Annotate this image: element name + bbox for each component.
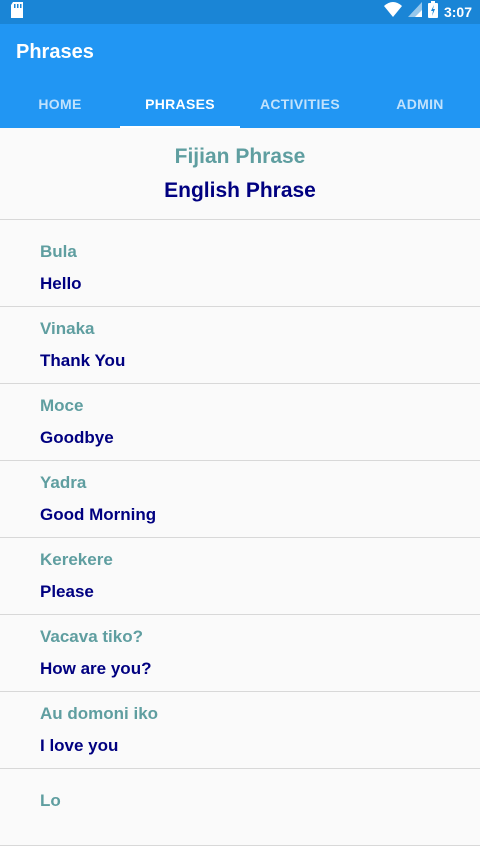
list-item[interactable]: Au domoni iko I love you [0,692,480,769]
header-english-label: English Phrase [164,178,316,202]
tab-activities[interactable]: ACTIVITIES [240,80,360,128]
battery-charging-icon [427,1,438,23]
fijian-phrase: Vinaka [40,319,95,338]
status-icons: 3:07 [383,1,472,23]
header-fijian-label: Fijian Phrase [174,144,306,168]
tab-home[interactable]: HOME [0,80,120,128]
fijian-phrase: Lo [40,791,61,810]
fijian-phrase: Bula [40,242,77,261]
list-item[interactable]: Kerekere Please [0,538,480,615]
english-phrase: Good Morning [40,505,157,524]
fijian-phrase: Moce [40,396,84,415]
fijian-phrase: Vacava tiko? [40,627,144,646]
tab-bar: HOME PHRASES ACTIVITIES ADMIN [0,80,480,128]
wifi-icon [383,2,402,22]
tab-phrases[interactable]: PHRASES [120,80,240,128]
fijian-phrase: Au domoni iko [40,704,159,723]
sd-card-icon [10,1,24,23]
english-phrase: I love you [40,736,119,755]
list-item[interactable]: Bula Hello [0,220,480,307]
signal-icon [407,2,422,22]
page-title: Phrases [16,40,94,63]
list-item[interactable]: Vacava tiko? How are you? [0,615,480,692]
list-item[interactable]: Lo [0,769,480,846]
phrase-list[interactable]: Bula Hello Vinaka Thank You Moce Goodbye… [0,220,480,846]
english-phrase: Goodbye [40,428,114,447]
list-item[interactable]: Yadra Good Morning [0,461,480,538]
fijian-phrase: Yadra [40,473,87,492]
list-header: Fijian Phrase English Phrase [0,128,480,220]
english-phrase: Hello [40,274,82,293]
fijian-phrase: Kerekere [40,550,113,569]
tab-admin[interactable]: ADMIN [360,80,480,128]
status-time: 3:07 [443,4,472,20]
status-bar: 3:07 [0,0,480,24]
list-item[interactable]: Moce Goodbye [0,384,480,461]
english-phrase: Thank You [40,351,126,370]
list-item[interactable]: Vinaka Thank You [0,307,480,384]
app-bar: Phrases [0,24,480,80]
english-phrase: Please [40,582,94,601]
english-phrase: How are you? [40,659,152,678]
